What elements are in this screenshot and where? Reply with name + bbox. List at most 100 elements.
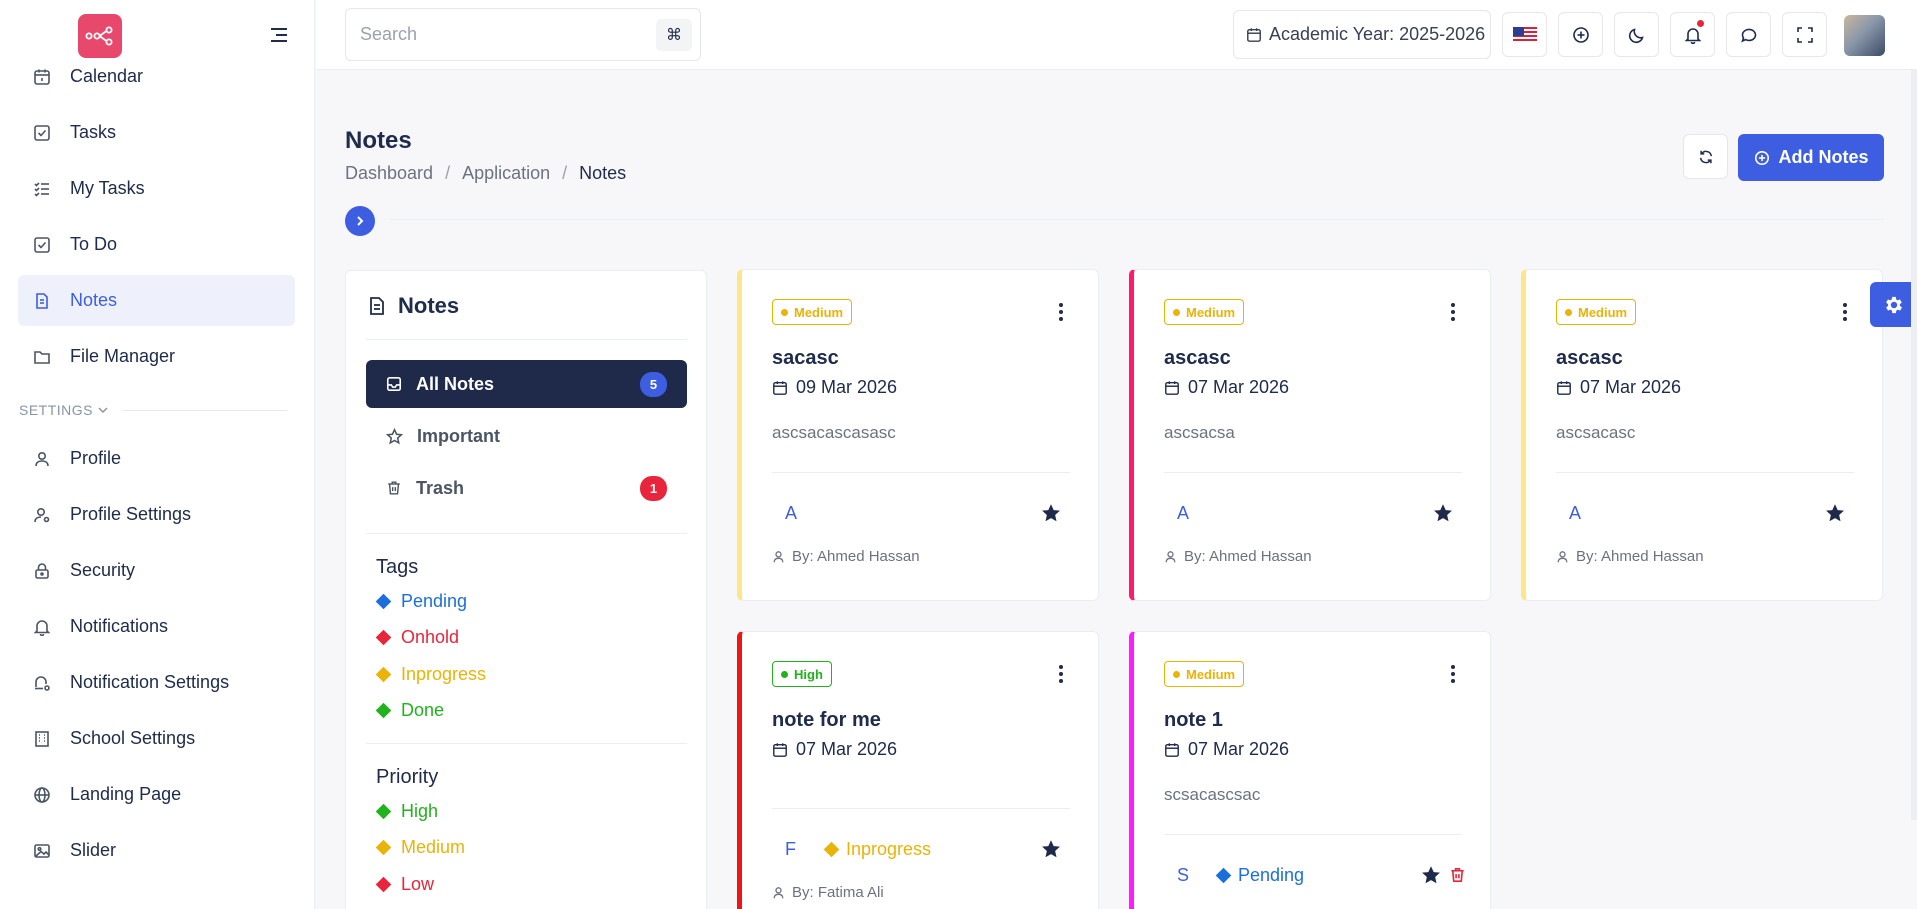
topbar: ⌘ Academic Year: 2025-2026: [316, 0, 1917, 70]
bell-icon: [1684, 27, 1701, 44]
note-title: note for me: [772, 709, 881, 731]
logo-icon: [85, 26, 113, 46]
add-notes-label: Add Notes: [1778, 147, 1869, 167]
academic-year-selector[interactable]: Academic Year: 2025-2026: [1233, 10, 1491, 59]
more-options-icon[interactable]: [1842, 303, 1848, 321]
filter-important[interactable]: Important: [366, 412, 687, 460]
star-icon[interactable]: [1040, 838, 1062, 860]
diamond-icon: [375, 702, 392, 719]
sidebar-item-notifications[interactable]: Notifications: [18, 601, 295, 652]
tag-inprogress[interactable]: Inprogress: [375, 664, 486, 685]
note-description: ascsacsa: [1164, 423, 1235, 442]
note-icon: [370, 297, 384, 315]
tag-pending[interactable]: Pending: [375, 591, 467, 612]
divider: [390, 219, 1884, 220]
add-new-button[interactable]: [1558, 12, 1603, 57]
note-author: By: Fatima Ali: [772, 884, 884, 901]
diamond-icon: [375, 629, 392, 646]
more-options-icon[interactable]: [1450, 665, 1456, 683]
breadcrumb-separator: /: [562, 163, 568, 183]
sidebar-item-calendar[interactable]: Calendar: [18, 51, 295, 102]
diamond-icon: [375, 666, 392, 683]
divider: [772, 472, 1070, 473]
sidebar-item-landing-page[interactable]: Landing Page: [18, 769, 295, 820]
diamond-icon: [375, 803, 392, 820]
sidebar-item-tasks[interactable]: Tasks: [18, 107, 295, 158]
more-options-icon[interactable]: [1058, 665, 1064, 683]
sidebar-item-my-tasks[interactable]: My Tasks: [18, 163, 295, 214]
more-options-icon[interactable]: [1058, 303, 1064, 321]
note-date: 07 Mar 2026: [1164, 377, 1289, 398]
menu-toggle-icon[interactable]: [268, 24, 290, 46]
add-notes-button[interactable]: Add Notes: [1738, 134, 1884, 181]
star-icon[interactable]: [1824, 502, 1846, 524]
user-icon: [773, 551, 784, 563]
sidebar-item-label: School Settings: [70, 728, 196, 748]
note-card[interactable]: Medium note 1 07 Mar 2026 scsacascsac S …: [1129, 631, 1491, 909]
settings-fab[interactable]: [1870, 282, 1917, 327]
star-icon[interactable]: [1432, 502, 1454, 524]
notes-filter-panel: Notes All Notes 5 Important Trash 1 Tags…: [345, 270, 707, 909]
note-initial: A: [1569, 503, 1582, 523]
page-scrollbar[interactable]: [1911, 70, 1917, 820]
note-author: By: Ahmed Hassan: [772, 548, 920, 565]
sidebar-item-school-settings[interactable]: School Settings: [18, 713, 295, 764]
notification-dot: [1697, 20, 1704, 27]
sidebar-item-to-do[interactable]: To Do: [18, 219, 295, 270]
note-card[interactable]: Medium sacasc 09 Mar 2026 ascsacascasasc…: [737, 269, 1099, 601]
filter-trash[interactable]: Trash 1: [366, 464, 687, 512]
trash-icon: [388, 481, 400, 495]
settings-heading[interactable]: SETTINGS: [18, 387, 295, 433]
checkbox-icon: [30, 121, 54, 145]
dark-mode-toggle[interactable]: [1614, 12, 1659, 57]
sidebar-item-profile[interactable]: Profile: [18, 433, 295, 484]
note-title: sacasc: [772, 347, 839, 369]
note-card[interactable]: Medium ascasc 07 Mar 2026 ascsacasc A By…: [1521, 269, 1883, 601]
expand-panel-button[interactable]: [345, 206, 375, 236]
tag-done[interactable]: Done: [375, 700, 444, 721]
calendar-icon: [1557, 380, 1571, 395]
divider: [1164, 834, 1462, 835]
user-avatar[interactable]: [1844, 15, 1885, 56]
divider: [366, 743, 687, 744]
priority-badge: Medium: [1556, 299, 1637, 325]
breadcrumb-dashboard[interactable]: Dashboard: [345, 163, 433, 184]
priority-high[interactable]: High: [375, 801, 438, 822]
folder-icon: [30, 345, 54, 369]
calendar-icon: [1247, 27, 1261, 42]
star-icon[interactable]: [1040, 502, 1062, 524]
star-icon[interactable]: [1420, 864, 1442, 886]
notifications-button[interactable]: [1670, 12, 1715, 57]
checkbox-icon: [30, 233, 54, 257]
filter-all-notes[interactable]: All Notes 5: [366, 360, 687, 408]
breadcrumb-application[interactable]: Application: [462, 163, 550, 184]
note-card[interactable]: High note for me 07 Mar 2026 F Inprogres…: [737, 631, 1099, 909]
note-date: 07 Mar 2026: [1556, 377, 1681, 398]
sidebar-item-slider[interactable]: Slider: [18, 825, 295, 876]
trash-icon[interactable]: [1449, 866, 1466, 884]
tag-onhold[interactable]: Onhold: [375, 627, 459, 648]
sidebar-item-file-manager[interactable]: File Manager: [18, 331, 295, 382]
fullscreen-button[interactable]: [1782, 12, 1827, 57]
note-title: ascasc: [1556, 347, 1623, 369]
search-input[interactable]: [360, 24, 640, 45]
note-date: 07 Mar 2026: [772, 739, 897, 760]
note-card[interactable]: Medium ascasc 07 Mar 2026 ascsacsa A By:…: [1129, 269, 1491, 601]
sidebar-item-notes[interactable]: Notes: [18, 275, 295, 326]
sidebar-nav: Calendar Tasks My Tasks To Do Notes File…: [18, 51, 295, 881]
page-title: Notes: [345, 127, 412, 154]
sidebar-item-profile-settings[interactable]: Profile Settings: [18, 489, 295, 540]
priority-low[interactable]: Low: [375, 874, 434, 895]
diamond-icon: [823, 841, 840, 858]
priority-medium[interactable]: Medium: [375, 837, 465, 858]
more-options-icon[interactable]: [1450, 303, 1456, 321]
language-button[interactable]: [1502, 12, 1547, 57]
note-initial: A: [785, 503, 798, 523]
sidebar-item-notification-settings[interactable]: Notification Settings: [18, 657, 295, 708]
note-initial: F: [785, 839, 796, 859]
search-box[interactable]: ⌘: [345, 8, 701, 61]
refresh-button[interactable]: [1683, 134, 1728, 179]
sidebar-item-security[interactable]: Security: [18, 545, 295, 596]
chat-button[interactable]: [1726, 12, 1771, 57]
inbox-icon: [386, 376, 402, 392]
